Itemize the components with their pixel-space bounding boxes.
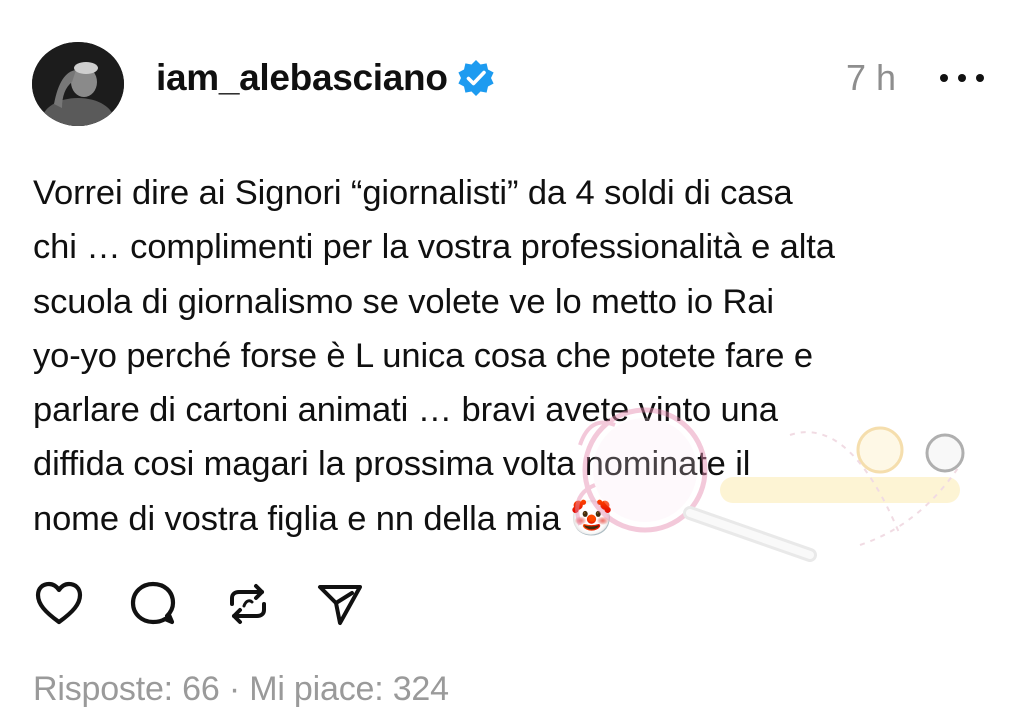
heart-icon (35, 581, 83, 625)
repost-button[interactable] (222, 578, 274, 630)
username[interactable]: iam_alebasciano (156, 56, 448, 100)
post-timestamp: 7 h (846, 57, 897, 98)
repost-icon (230, 584, 266, 624)
verified-badge-icon (456, 58, 496, 98)
share-button[interactable] (314, 578, 366, 630)
more-dots-icon (940, 74, 948, 82)
like-button[interactable] (33, 578, 85, 630)
send-icon (318, 585, 362, 625)
avatar[interactable] (32, 42, 124, 126)
watermark-logo (575, 407, 965, 562)
post-stats[interactable]: Risposte: 66 · Mi piace: 324 (33, 667, 449, 711)
reply-button[interactable] (127, 578, 179, 630)
more-options-button[interactable] (940, 66, 984, 90)
comment-icon (130, 581, 176, 625)
thread-post: iam_alebasciano 7 h Vorrei dire ai Signo… (0, 0, 1024, 727)
